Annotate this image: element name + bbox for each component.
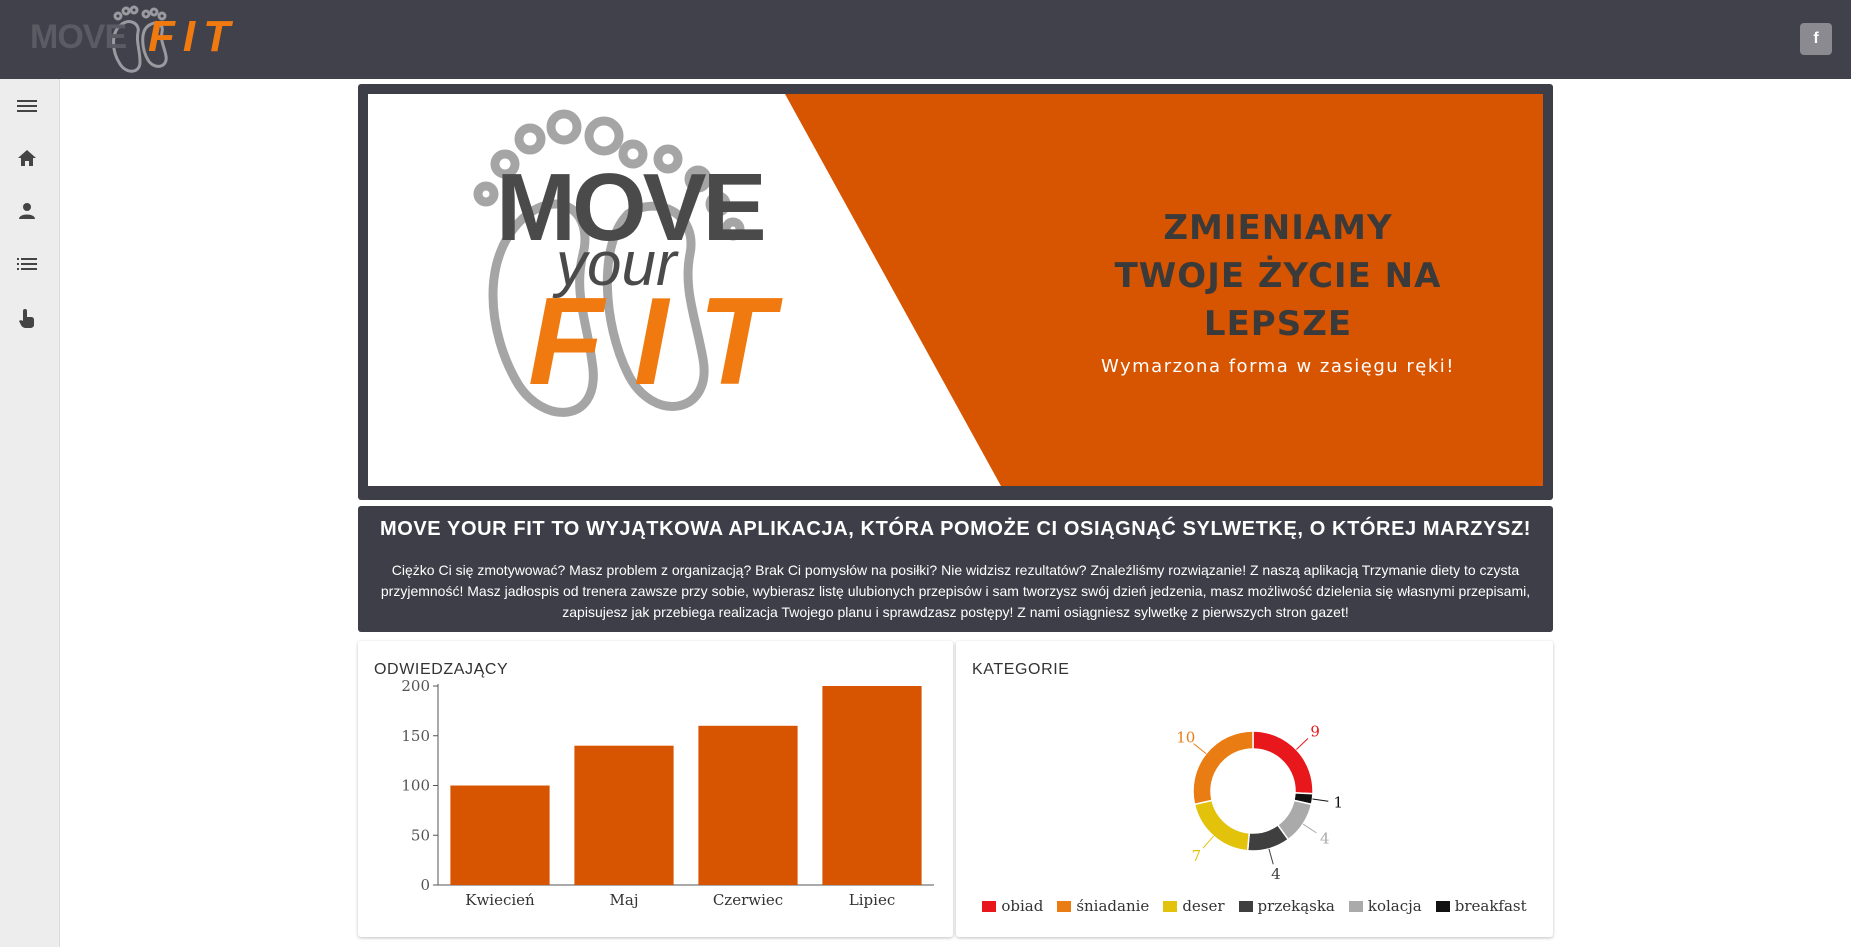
- touch-icon: [19, 309, 34, 328]
- x-tick-label: Maj: [610, 891, 639, 909]
- legend-item[interactable]: deser: [1163, 897, 1225, 915]
- y-tick-label: 100: [401, 777, 430, 795]
- legend-swatch: [1348, 900, 1363, 912]
- x-tick-label: Czerwiec: [713, 891, 783, 909]
- donut-value-label: 1: [1333, 794, 1343, 812]
- logo-word-move: MOVE: [30, 18, 127, 56]
- donut-label-line: [1296, 738, 1309, 750]
- legend-item[interactable]: obiad: [982, 897, 1043, 915]
- donut-slice[interactable]: [1193, 799, 1251, 852]
- intro-title: MOVE YOUR FIT TO WYJĄTKOWA APLIKACJA, KT…: [379, 518, 1532, 540]
- menu-icon: [17, 100, 37, 112]
- donut-label-line: [1312, 798, 1329, 802]
- top-app-bar: MOVE FIT f: [0, 0, 1851, 79]
- legend-swatch: [1238, 900, 1253, 912]
- donut-label-line: [1193, 743, 1207, 754]
- visitors-card: ODWIEDZAJĄCY 0 50 100 150 200 Kwiecień Maj Czer…: [358, 641, 953, 937]
- hero-headline: ZMIENIAMY TWOJE ŻYCIE NA LEPSZE: [1008, 204, 1543, 348]
- sidebar-item-list[interactable]: [14, 251, 40, 277]
- sidebar-item-home[interactable]: [14, 145, 40, 171]
- donut-slice[interactable]: [1252, 730, 1314, 795]
- categories-legend: obiad śniadanie deser przekąska kolacja break…: [956, 897, 1553, 915]
- list-icon: [17, 258, 37, 270]
- y-tick-label: 200: [401, 677, 430, 695]
- hero-headline-line-1: ZMIENIAMY: [1163, 208, 1393, 248]
- x-tick-label: Lipiec: [849, 891, 895, 909]
- sidebar-item-profile[interactable]: [14, 198, 40, 224]
- intro-section: MOVE YOUR FIT TO WYJĄTKOWA APLIKACJA, KT…: [358, 506, 1553, 632]
- person-icon: [19, 203, 35, 219]
- hero-subtitle: Wymarzona forma w zasięgu ręki!: [1101, 356, 1455, 377]
- logo-word-fit: FIT: [148, 12, 238, 61]
- hero-headline-line-2: TWOJE ŻYCIE NA: [1114, 256, 1442, 296]
- legend-label: przekąska: [1257, 897, 1335, 915]
- hero-logo-fit: FIT: [528, 273, 804, 411]
- legend-swatch: [982, 900, 997, 912]
- categories-card: KATEGORIE 9 1 4 4 7 10 obiad śniadanie deser prz…: [956, 641, 1553, 937]
- app-logo[interactable]: MOVE FIT: [30, 2, 240, 78]
- donut-label-line: [1302, 823, 1317, 834]
- donut-value-label: 4: [1320, 829, 1330, 847]
- y-tick-label: 0: [420, 876, 430, 894]
- legend-item[interactable]: breakfast: [1435, 897, 1527, 915]
- facebook-button[interactable]: f: [1800, 23, 1832, 55]
- sidebar-item-menu[interactable]: [14, 93, 40, 119]
- donut-label-line: [1268, 848, 1274, 865]
- donut-value-label: 9: [1310, 723, 1320, 741]
- x-tick-label: Kwiecień: [465, 891, 535, 909]
- legend-label: breakfast: [1454, 897, 1527, 915]
- donut-label-line: [1202, 835, 1214, 849]
- y-tick-label: 150: [401, 727, 430, 745]
- legend-label: obiad: [1001, 897, 1044, 915]
- donut-value-label: 4: [1271, 865, 1281, 883]
- hero-headline-line-3: LEPSZE: [1203, 304, 1353, 344]
- y-tick-label: 50: [411, 826, 430, 844]
- legend-swatch: [1057, 900, 1072, 912]
- donut-value-label: 7: [1192, 847, 1202, 865]
- legend-swatch: [1163, 900, 1178, 912]
- visitors-bar-chart: 0 50 100 150 200 Kwiecień Maj Czerwiec Lipiec: [401, 677, 934, 909]
- bar[interactable]: [574, 745, 674, 885]
- side-navigation: [0, 79, 60, 947]
- home-icon: [18, 150, 36, 166]
- donut-slice[interactable]: [1192, 730, 1254, 806]
- hero-image: MOVE your FIT ZMIENIAMY TWOJE ŻYCIE NA L…: [368, 94, 1543, 486]
- categories-donut-chart: 9144710: [1176, 723, 1343, 883]
- hero-banner: MOVE your FIT ZMIENIAMY TWOJE ŻYCIE NA L…: [358, 84, 1553, 500]
- bar[interactable]: [822, 686, 922, 885]
- legend-item[interactable]: śniadanie: [1057, 897, 1149, 915]
- intro-text: Ciężko Ci się zmotywować? Masz problem z…: [380, 562, 1531, 620]
- sidebar-item-touch[interactable]: [14, 305, 40, 331]
- bar[interactable]: [450, 785, 550, 886]
- legend-swatch: [1435, 900, 1450, 912]
- legend-label: śniadanie: [1076, 897, 1150, 915]
- legend-item[interactable]: przekąska: [1238, 897, 1335, 915]
- donut-value-label: 10: [1176, 728, 1195, 746]
- legend-label: deser: [1182, 897, 1225, 915]
- legend-item[interactable]: kolacja: [1348, 897, 1422, 915]
- bar[interactable]: [698, 725, 798, 885]
- legend-label: kolacja: [1367, 897, 1422, 915]
